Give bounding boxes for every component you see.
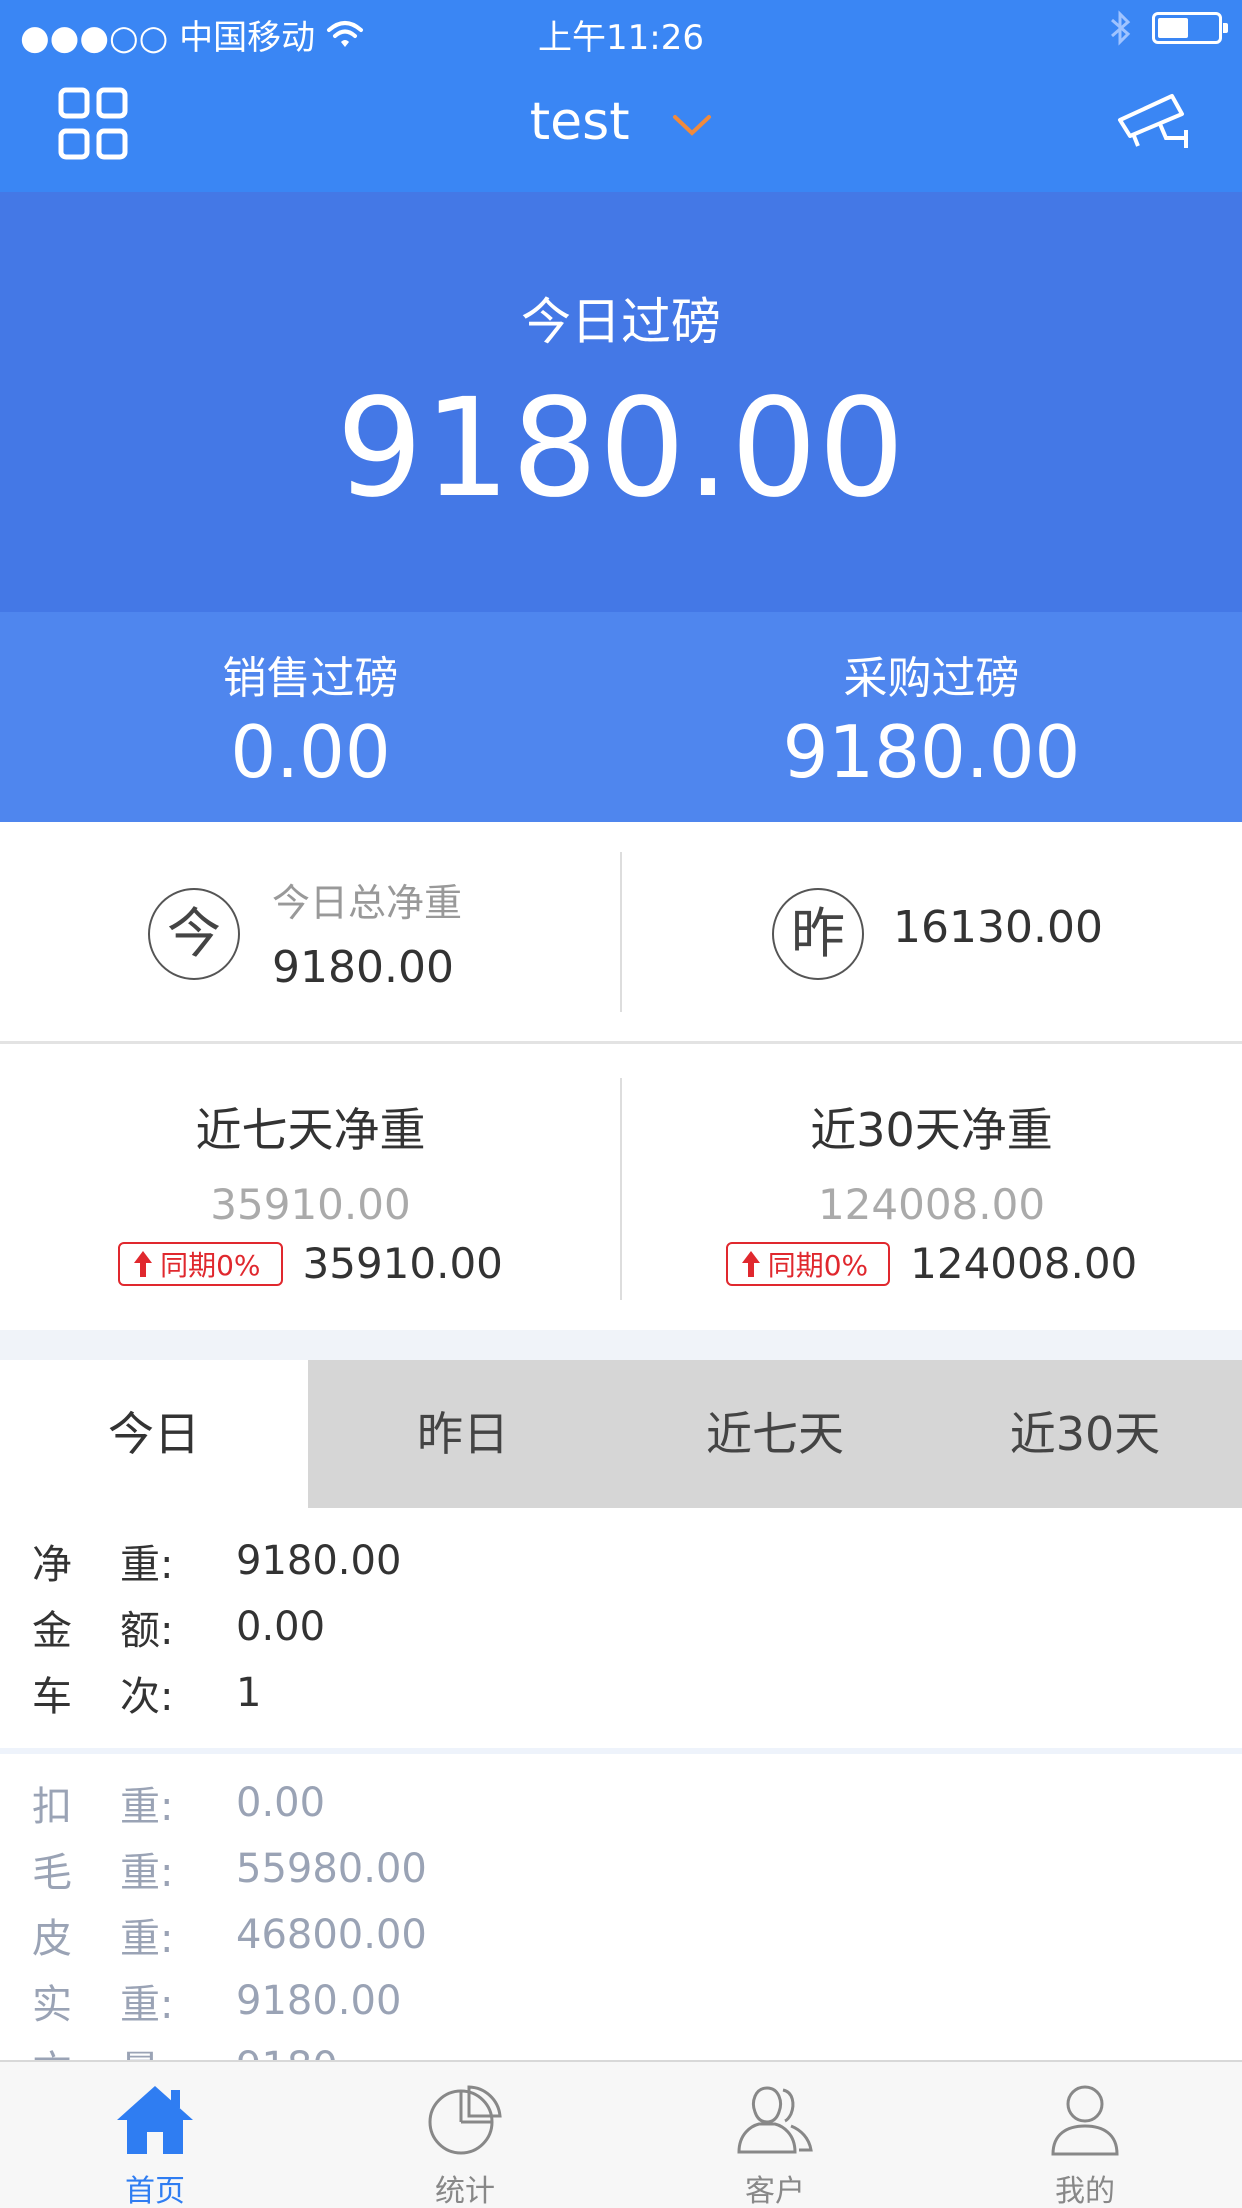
arrow-up-icon <box>134 1250 153 1277</box>
today-weighing-label: 今日过磅 <box>521 293 721 351</box>
purchase-value: 9180.00 <box>782 710 1081 794</box>
tabbar-customers[interactable]: 客户 <box>620 2062 930 2208</box>
detail-key: 额: <box>120 1608 174 1654</box>
detail-key: 重: <box>120 1916 174 1962</box>
user-icon <box>1051 2085 1119 2156</box>
chevron-down-icon <box>673 115 712 136</box>
detail-key: 重: <box>120 1784 174 1830</box>
net-weight-card: 今 今日总净重 9180.00 昨 16130.00 <box>0 822 1242 1044</box>
detail-key: 重: <box>120 1850 174 1896</box>
detail-key: 净 <box>32 1542 72 1588</box>
detail-list-primary: 净 重: 9180.00 金 额: 0.00 车 次: 1 <box>0 1508 1242 1754</box>
tab-thirty-days[interactable]: 近30天 <box>930 1360 1240 1508</box>
purchase-label: 采购过磅 <box>843 653 1020 704</box>
detail-row: 车 次: 1 <box>32 1660 261 1726</box>
home-icon <box>117 2086 193 2154</box>
tabbar-mine-label: 我的 <box>1055 2174 1115 2208</box>
camera-icon[interactable] <box>1116 90 1192 154</box>
today-net-value: 9180.00 <box>272 942 454 993</box>
detail-value: 0.00 <box>236 1604 326 1650</box>
sales-purchase-panel: 销售过磅 0.00 采购过磅 9180.00 <box>0 612 1242 822</box>
arrow-up-icon <box>741 1250 760 1277</box>
tab-yesterday[interactable]: 昨日 <box>308 1360 618 1508</box>
detail-row: 皮 重: 46800.00 <box>32 1902 427 1968</box>
detail-key: 次: <box>120 1674 174 1720</box>
tab-seven-days[interactable]: 近七天 <box>620 1360 930 1508</box>
detail-row: 扣 重: 0.00 <box>32 1770 325 1836</box>
detail-key: 重: <box>120 1982 174 2028</box>
today-weighing-panel: 今日过磅 9180.00 <box>0 192 1242 612</box>
seven-day-badge-text: 同期0% <box>160 1248 261 1282</box>
detail-key: 重: <box>120 1542 174 1588</box>
detail-row: 金 额: 0.00 <box>32 1594 325 1660</box>
sales-label: 销售过磅 <box>222 653 399 704</box>
tabbar-customers-label: 客户 <box>745 2174 805 2208</box>
today-net-title: 今日总净重 <box>272 881 463 925</box>
tabbar-home[interactable]: 首页 <box>0 2062 310 2208</box>
thirty-day-value: 124008.00 <box>817 1180 1046 1229</box>
thirty-day-block: 近30天净重 124008.00 同期0% 124008.00 <box>621 1094 1242 1288</box>
status-right <box>1108 10 1228 46</box>
status-time: 上午11:26 <box>538 18 704 58</box>
detail-key: 扣 <box>32 1784 72 1830</box>
detail-list-secondary: 扣 重: 0.00 毛 重: 55980.00 皮 重: 46800.00 实 … <box>0 1754 1242 2064</box>
detail-key: 车 <box>32 1674 72 1720</box>
period-tabs: 今日 昨日 近七天 近30天 <box>0 1360 1242 1508</box>
battery-icon <box>1152 12 1228 44</box>
thirty-day-yoy-badge: 同期0% <box>725 1241 891 1286</box>
detail-key: 金 <box>32 1608 72 1654</box>
tab-today[interactable]: 今日 <box>0 1360 308 1508</box>
sales-weighing[interactable]: 销售过磅 0.00 <box>0 642 621 794</box>
detail-value: 9180.00 <box>236 1538 402 1584</box>
detail-key: 实 <box>32 1982 72 2028</box>
section-gap <box>0 1330 1242 1360</box>
yesterday-net-value: 16130.00 <box>893 902 1103 953</box>
detail-value: 0.00 <box>236 1780 326 1826</box>
yesterday-char-badge: 昨 <box>772 888 864 980</box>
detail-row: 净 重: 9180.00 <box>32 1528 401 1594</box>
detail-key: 毛 <box>32 1850 72 1896</box>
thirty-day-badge-text: 同期0% <box>767 1248 869 1282</box>
customers-icon <box>737 2086 813 2154</box>
bottom-tab-bar: 首页 统计 客户 我的 <box>0 2060 1242 2208</box>
tabbar-stats-label: 统计 <box>435 2174 495 2208</box>
bluetooth-icon <box>1111 10 1131 46</box>
seven-day-block: 近七天净重 35910.00 同期0% 35910.00 <box>0 1094 621 1288</box>
card-divider <box>620 852 622 1012</box>
nav-title: test <box>529 92 630 152</box>
detail-key: 皮 <box>32 1916 72 1962</box>
pie-chart-icon <box>428 2085 502 2155</box>
detail-value: 46800.00 <box>236 1912 427 1958</box>
period-net-weight-card: 近七天净重 35910.00 同期0% 35910.00 近30天净重 1240… <box>0 1044 1242 1330</box>
tabbar-mine[interactable]: 我的 <box>930 2062 1240 2208</box>
purchase-weighing[interactable]: 采购过磅 9180.00 <box>621 642 1242 794</box>
detail-row: 毛 重: 55980.00 <box>32 1836 427 1902</box>
sales-value: 0.00 <box>230 710 391 794</box>
status-bar: ●●●○○ 中国移动 上午11:26 <box>0 0 1242 62</box>
detail-value: 55980.00 <box>236 1846 427 1892</box>
today-char-badge: 今 <box>148 888 240 980</box>
seven-day-value: 35910.00 <box>210 1180 411 1229</box>
detail-value: 9180.00 <box>236 1978 402 2024</box>
thirty-day-compare-value: 124008.00 <box>910 1239 1138 1288</box>
seven-day-yoy-badge: 同期0% <box>118 1241 283 1286</box>
seven-day-compare-value: 35910.00 <box>302 1239 503 1288</box>
thirty-day-title: 近30天净重 <box>810 1103 1053 1157</box>
tabbar-home-label: 首页 <box>125 2174 185 2208</box>
detail-row: 实 重: 9180.00 <box>32 1968 401 2034</box>
account-switcher[interactable]: test <box>0 92 1242 152</box>
detail-value: 1 <box>236 1670 262 1716</box>
today-weighing-value: 9180.00 <box>336 370 906 528</box>
seven-day-title: 近七天净重 <box>195 1103 426 1157</box>
nav-bar: test <box>0 62 1242 192</box>
thirty-day-compare-row: 同期0% 124008.00 <box>621 1239 1242 1288</box>
tabbar-stats[interactable]: 统计 <box>310 2062 620 2208</box>
seven-day-compare-row: 同期0% 35910.00 <box>0 1239 621 1288</box>
